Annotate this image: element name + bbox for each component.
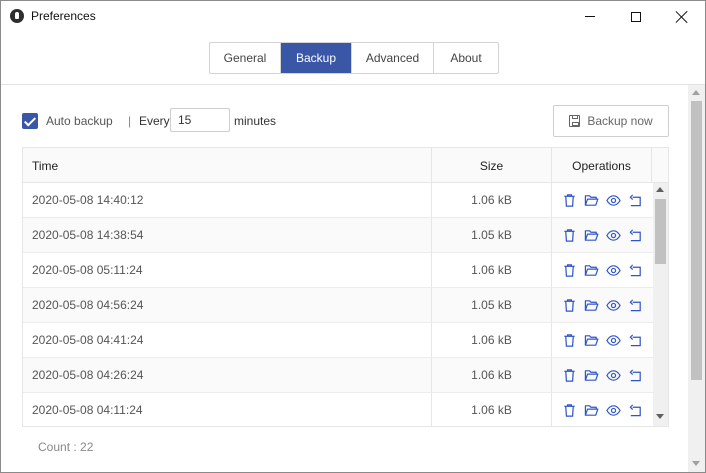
trash-icon[interactable] (562, 228, 577, 243)
auto-backup-checkbox[interactable] (22, 113, 38, 129)
cell-operations (552, 218, 653, 252)
table-scrollbar[interactable] (653, 183, 668, 426)
cell-size: 1.06 kB (432, 358, 552, 392)
page-scroll-up-icon[interactable] (692, 90, 700, 95)
auto-backup-label[interactable]: Auto backup (46, 114, 113, 128)
cell-time: 2020-05-08 14:38:54 (23, 218, 432, 252)
window-title: Preferences (31, 9, 96, 23)
folder-open-icon[interactable] (584, 228, 599, 243)
cell-size: 1.06 kB (432, 253, 552, 287)
trash-icon[interactable] (562, 298, 577, 313)
minimize-icon (585, 16, 595, 17)
backup-count: Count : 22 (38, 440, 94, 454)
folder-open-icon[interactable] (584, 333, 599, 348)
column-header-operations: Operations (552, 148, 652, 183)
table-scroll-up-icon[interactable] (656, 187, 664, 192)
minutes-label: minutes (234, 114, 277, 128)
header-divider (1, 84, 705, 85)
cell-time: 2020-05-08 14:40:12 (23, 183, 432, 217)
folder-open-icon[interactable] (584, 263, 599, 278)
cell-size: 1.05 kB (432, 288, 552, 322)
cell-time: 2020-05-08 04:26:24 (23, 358, 432, 392)
restore-icon[interactable] (628, 298, 643, 313)
trash-icon[interactable] (562, 403, 577, 418)
tab-advanced[interactable]: Advanced (352, 43, 434, 73)
table-row[interactable]: 2020-05-08 14:40:12 1.06 kB (23, 183, 653, 218)
table-row[interactable]: 2020-05-08 04:26:24 1.06 kB (23, 358, 653, 393)
backup-now-button[interactable]: Backup now (553, 105, 669, 137)
cell-size: 1.06 kB (432, 393, 552, 426)
cell-operations (552, 323, 653, 357)
page-scrollbar[interactable] (688, 85, 705, 472)
eye-icon[interactable] (606, 333, 621, 348)
folder-open-icon[interactable] (584, 298, 599, 313)
restore-icon[interactable] (628, 403, 643, 418)
table-row[interactable]: 2020-05-08 04:56:24 1.05 kB (23, 288, 653, 323)
table-scroll-down-icon[interactable] (656, 414, 664, 419)
cell-time: 2020-05-08 04:56:24 (23, 288, 432, 322)
cell-operations (552, 253, 653, 287)
eye-icon[interactable] (606, 193, 621, 208)
folder-open-icon[interactable] (584, 403, 599, 418)
close-icon (676, 11, 688, 23)
eye-icon[interactable] (606, 298, 621, 313)
table-row[interactable]: 2020-05-08 14:38:54 1.05 kB (23, 218, 653, 253)
every-label: Every (139, 114, 170, 128)
table-row[interactable]: 2020-05-08 04:11:24 1.06 kB (23, 393, 653, 426)
cell-time: 2020-05-08 04:11:24 (23, 393, 432, 426)
folder-open-icon[interactable] (584, 193, 599, 208)
tab-backup[interactable]: Backup (281, 43, 352, 73)
page-scroll-down-icon[interactable] (692, 461, 700, 466)
cell-size: 1.06 kB (432, 183, 552, 217)
eye-icon[interactable] (606, 263, 621, 278)
eye-icon[interactable] (606, 403, 621, 418)
preferences-window: Preferences General Backup Advanced Abou… (0, 0, 706, 473)
cell-operations (552, 358, 653, 392)
maximize-button[interactable] (613, 1, 659, 32)
cell-operations (552, 288, 653, 322)
header-scroll-gap (652, 148, 668, 183)
cell-time: 2020-05-08 05:11:24 (23, 253, 432, 287)
app-logo-icon (10, 9, 24, 23)
tab-general[interactable]: General (210, 43, 281, 73)
column-header-time: Time (23, 148, 432, 183)
minimize-button[interactable] (567, 1, 613, 32)
tab-about[interactable]: About (434, 43, 498, 73)
cell-size: 1.06 kB (432, 323, 552, 357)
column-header-size: Size (432, 148, 552, 183)
cell-operations (552, 183, 653, 217)
restore-icon[interactable] (628, 263, 643, 278)
eye-icon[interactable] (606, 368, 621, 383)
trash-icon[interactable] (562, 263, 577, 278)
close-button[interactable] (659, 1, 705, 32)
save-icon (569, 115, 581, 127)
restore-icon[interactable] (628, 368, 643, 383)
eye-icon[interactable] (606, 228, 621, 243)
table-header: Time Size Operations (23, 148, 668, 183)
folder-open-icon[interactable] (584, 368, 599, 383)
maximize-icon (631, 11, 641, 22)
trash-icon[interactable] (562, 193, 577, 208)
cell-time: 2020-05-08 04:41:24 (23, 323, 432, 357)
trash-icon[interactable] (562, 333, 577, 348)
restore-icon[interactable] (628, 333, 643, 348)
restore-icon[interactable] (628, 193, 643, 208)
tab-bar: General Backup Advanced About (209, 42, 499, 74)
backup-now-label: Backup now (587, 114, 653, 128)
table-row[interactable]: 2020-05-08 04:41:24 1.06 kB (23, 323, 653, 358)
controls-separator: | (128, 114, 132, 128)
trash-icon[interactable] (562, 368, 577, 383)
table-body: 2020-05-08 14:40:12 1.06 kB 2020-05-08 14:… (23, 183, 653, 426)
cell-operations (552, 393, 653, 426)
interval-input[interactable] (170, 108, 230, 132)
cell-size: 1.05 kB (432, 218, 552, 252)
title-bar: Preferences (1, 1, 705, 32)
table-row[interactable]: 2020-05-08 05:11:24 1.06 kB (23, 253, 653, 288)
backup-table: Time Size Operations 2020-05-08 14:40:12… (22, 147, 669, 427)
restore-icon[interactable] (628, 228, 643, 243)
table-scroll-thumb[interactable] (655, 199, 666, 264)
page-scroll-thumb[interactable] (691, 101, 702, 380)
